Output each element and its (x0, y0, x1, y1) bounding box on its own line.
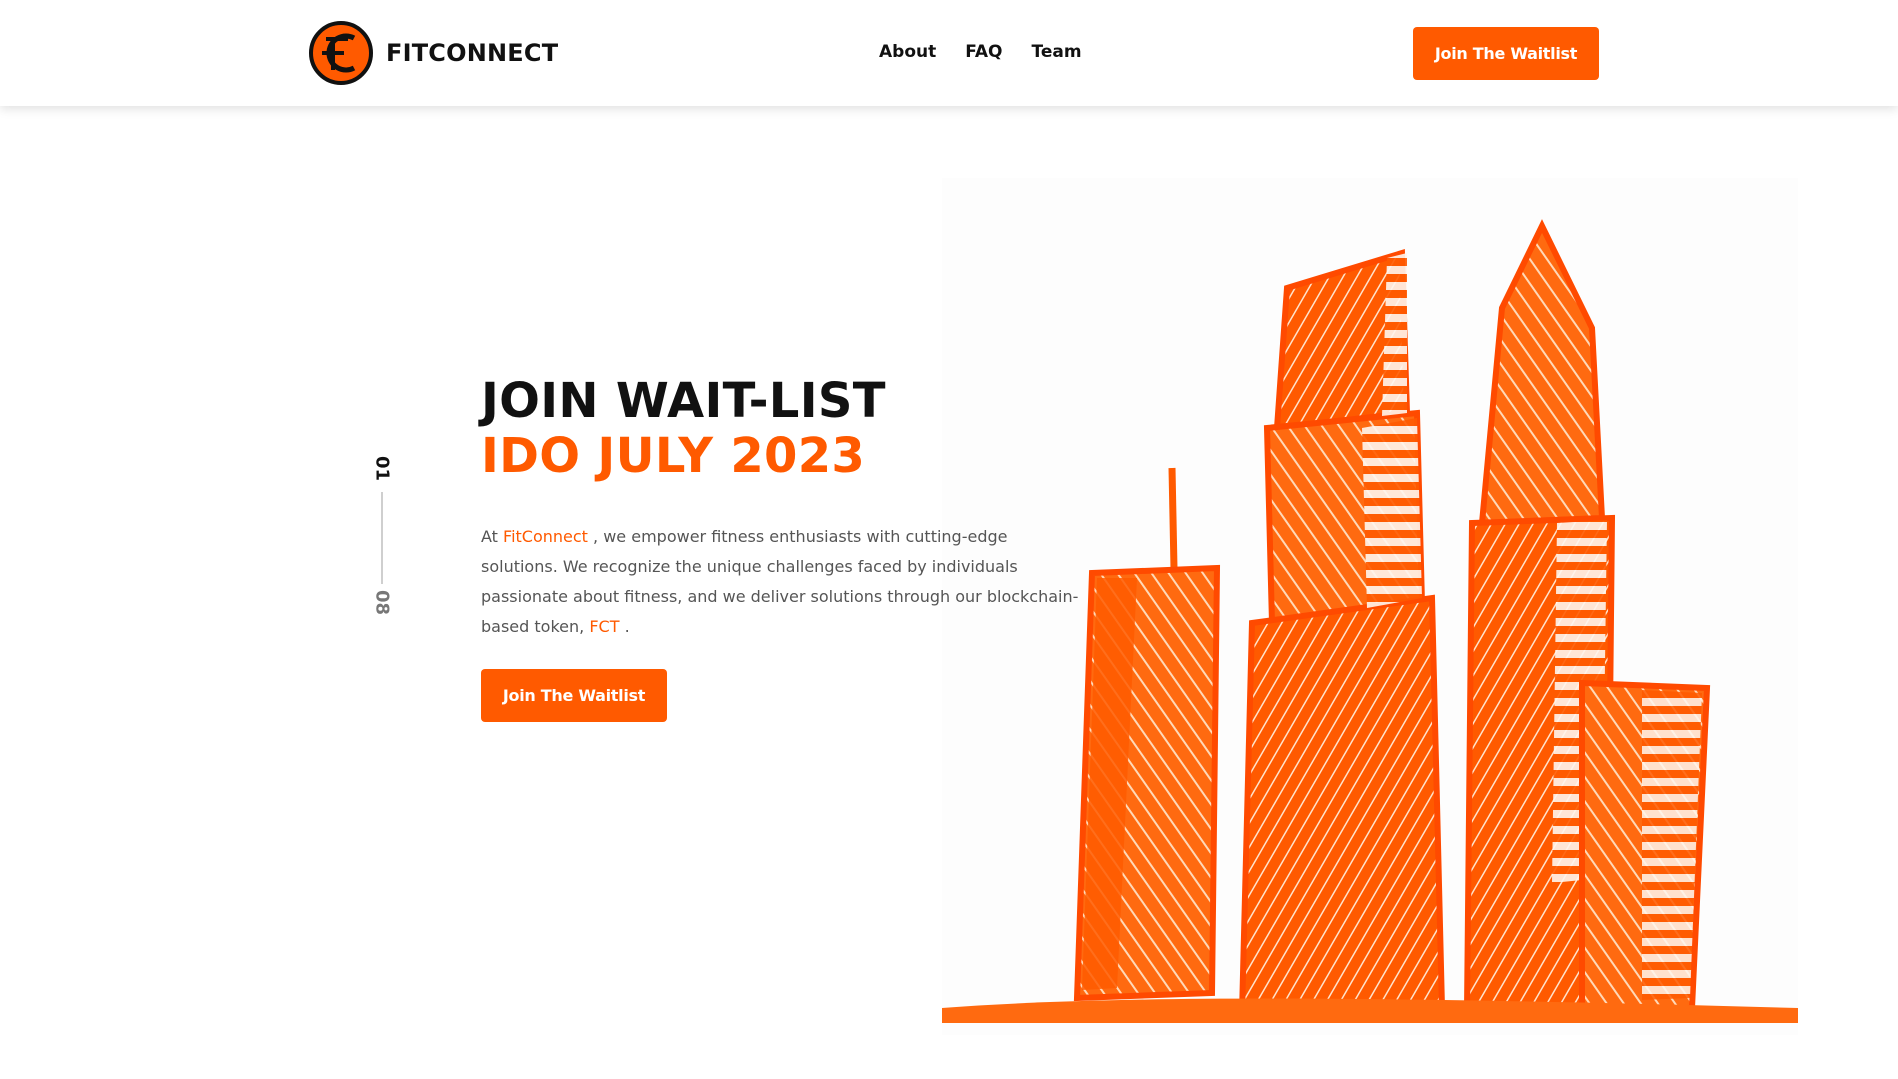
nav-about-link[interactable]: About (879, 42, 936, 62)
slide-indicator: 01 08 (366, 456, 398, 622)
hero-join-waitlist-button[interactable]: Join The Waitlist (481, 669, 667, 722)
hero-subtitle: IDO JULY 2023 (481, 428, 866, 484)
fct-token-link[interactable]: FCT (589, 617, 619, 636)
fc-logo-icon (309, 21, 373, 85)
brand-logo[interactable]: FITCONNECT (308, 20, 558, 86)
desc-suffix: . (624, 617, 630, 636)
brand-name: FITCONNECT (386, 39, 559, 67)
slide-current-number: 01 (371, 455, 393, 482)
fitconnect-link[interactable]: FitConnect (503, 527, 588, 546)
header-join-waitlist-button[interactable]: Join The Waitlist (1413, 27, 1599, 80)
nav-team-link[interactable]: Team (1032, 42, 1082, 62)
site-header: FITCONNECT About FAQ Team Join The Waitl… (0, 0, 1898, 106)
slide-total-number: 08 (371, 589, 393, 616)
nav-faq-link[interactable]: FAQ (965, 42, 1002, 62)
hero-title: JOIN WAIT-LIST (481, 373, 886, 429)
slide-progress-line (381, 492, 383, 584)
desc-prefix: At (481, 527, 498, 546)
main-nav: About FAQ Team (879, 42, 1082, 62)
hero-description: At FitConnect , we empower fitness enthu… (481, 522, 1081, 642)
